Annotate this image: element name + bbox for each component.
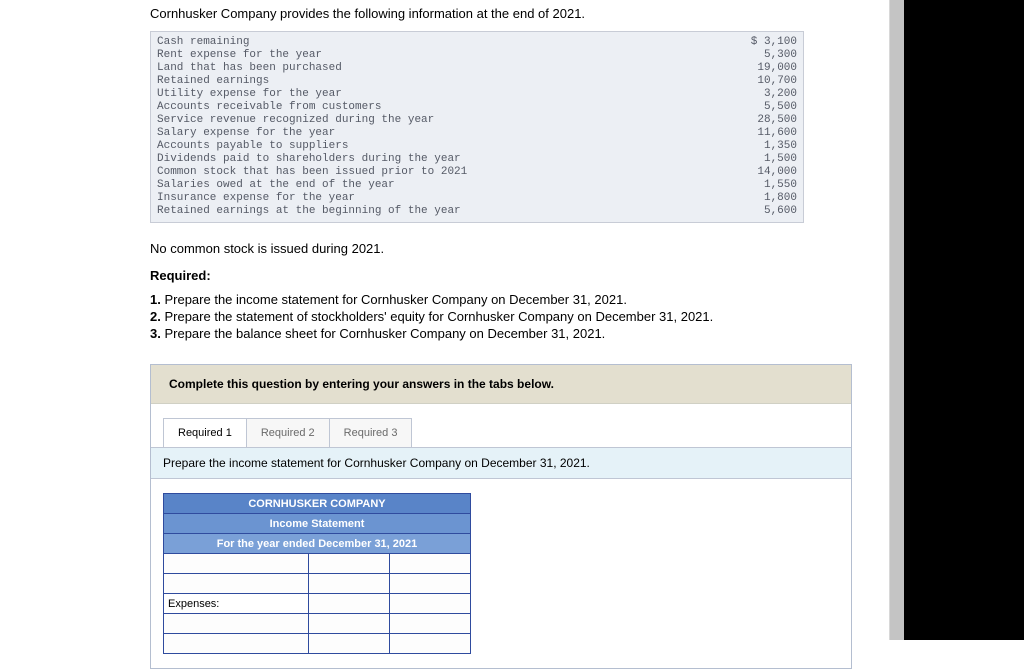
cell-a4[interactable] — [164, 614, 308, 633]
given-label: Land that has been purchased — [157, 62, 342, 75]
answer-panel: Complete this question by entering your … — [150, 364, 852, 669]
given-amount: 5,500 — [727, 101, 797, 114]
cell-c5[interactable] — [390, 634, 470, 653]
given-row: Salary expense for the year 11,600 — [157, 127, 797, 140]
given-label: Insurance expense for the year — [157, 192, 355, 205]
given-label: Salaries owed at the end of the year — [157, 179, 395, 192]
given-label: Service revenue recognized during the ye… — [157, 114, 434, 127]
required-heading: Required: — [150, 268, 890, 283]
tab-required-1[interactable]: Required 1 — [163, 418, 247, 447]
panel-instruction: Complete this question by entering your … — [151, 365, 851, 404]
given-row: Accounts payable to suppliers 1,350 — [157, 140, 797, 153]
requirement-item: 3. Prepare the balance sheet for Cornhus… — [150, 325, 890, 342]
tab-prompt: Prepare the income statement for Cornhus… — [151, 447, 851, 479]
sheet-title: Income Statement — [164, 514, 471, 534]
income-statement-table: CORNHUSKER COMPANY Income Statement For … — [163, 493, 471, 654]
given-row: Accounts receivable from customers 5,500 — [157, 101, 797, 114]
note-text: No common stock is issued during 2021. — [150, 241, 890, 256]
given-row: Land that has been purchased 19,000 — [157, 62, 797, 75]
given-row: Service revenue recognized during the ye… — [157, 114, 797, 127]
given-amount: $ 3,100 — [727, 36, 797, 49]
given-amount: 19,000 — [727, 62, 797, 75]
given-amount: 5,300 — [727, 49, 797, 62]
given-data-box: Cash remaining$ 3,100Rent expense for th… — [150, 31, 804, 223]
given-row: Cash remaining $ 3,100 — [157, 36, 797, 49]
intro-text: Cornhusker Company provides the followin… — [150, 6, 890, 21]
cell-a1[interactable] — [164, 554, 308, 573]
right-gutter — [904, 0, 1024, 640]
given-amount: 1,800 — [727, 192, 797, 205]
given-row: Retained earnings 10,700 — [157, 75, 797, 88]
requirement-item: 1. Prepare the income statement for Corn… — [150, 291, 890, 308]
cell-a5[interactable] — [164, 634, 308, 653]
sheet-company: CORNHUSKER COMPANY — [164, 494, 471, 514]
given-row: Retained earnings at the beginning of th… — [157, 205, 797, 218]
cell-b1[interactable] — [309, 554, 389, 573]
given-row: Dividends paid to shareholders during th… — [157, 153, 797, 166]
given-amount: 1,550 — [727, 179, 797, 192]
cell-b2[interactable] — [309, 574, 389, 593]
cell-c4[interactable] — [390, 614, 470, 633]
given-amount: 5,600 — [727, 205, 797, 218]
scrollbar-track[interactable] — [889, 0, 904, 640]
cell-b4[interactable] — [309, 614, 389, 633]
tab-required-3[interactable]: Required 3 — [329, 418, 413, 447]
cell-a2[interactable] — [164, 574, 308, 593]
tab-required-2[interactable]: Required 2 — [246, 418, 330, 447]
given-amount: 28,500 — [727, 114, 797, 127]
given-row: Common stock that has been issued prior … — [157, 166, 797, 179]
given-row: Rent expense for the year 5,300 — [157, 49, 797, 62]
given-amount: 10,700 — [727, 75, 797, 88]
sheet-period: For the year ended December 31, 2021 — [164, 534, 471, 554]
given-row: Salaries owed at the end of the year 1,55… — [157, 179, 797, 192]
given-row: Insurance expense for the year 1,800 — [157, 192, 797, 205]
cell-c3[interactable] — [390, 594, 470, 613]
scrollbar-thumb[interactable] — [890, 0, 904, 640]
given-label: Accounts payable to suppliers — [157, 140, 348, 153]
requirements-list: 1. Prepare the income statement for Corn… — [150, 291, 890, 342]
cell-b5[interactable] — [309, 634, 389, 653]
given-label: Cash remaining — [157, 36, 249, 49]
given-amount: 11,600 — [727, 127, 797, 140]
given-row: Utility expense for the year 3,200 — [157, 88, 797, 101]
given-label: Accounts receivable from customers — [157, 101, 381, 114]
cell-c1[interactable] — [390, 554, 470, 573]
given-label: Salary expense for the year — [157, 127, 335, 140]
expenses-label: Expenses: — [164, 594, 309, 614]
requirement-item: 2. Prepare the statement of stockholders… — [150, 308, 890, 325]
given-label: Utility expense for the year — [157, 88, 342, 101]
given-amount: 1,350 — [727, 140, 797, 153]
given-label: Dividends paid to shareholders during th… — [157, 153, 461, 166]
given-label: Retained earnings at the beginning of th… — [157, 205, 461, 218]
given-amount: 3,200 — [727, 88, 797, 101]
cell-c2[interactable] — [390, 574, 470, 593]
tabs: Required 1 Required 2 Required 3 — [163, 418, 851, 447]
answer-sheet: CORNHUSKER COMPANY Income Statement For … — [163, 493, 851, 654]
given-label: Common stock that has been issued prior … — [157, 166, 467, 179]
given-amount: 14,000 — [727, 166, 797, 179]
given-label: Retained earnings — [157, 75, 269, 88]
given-amount: 1,500 — [727, 153, 797, 166]
cell-b3[interactable] — [309, 594, 389, 613]
given-label: Rent expense for the year — [157, 49, 322, 62]
